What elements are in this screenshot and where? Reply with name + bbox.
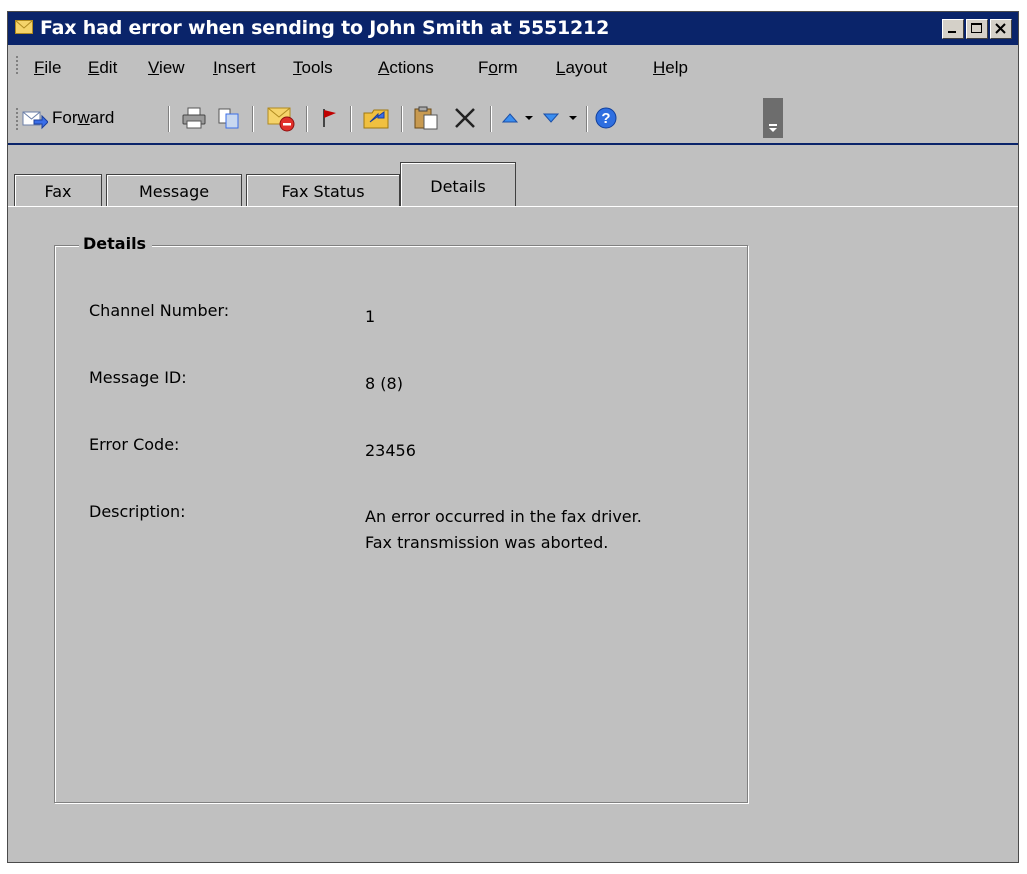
description-label: Description:	[89, 502, 186, 521]
fax-window: Fax had error when sending to John Smith…	[7, 11, 1019, 863]
menubar-grip[interactable]	[16, 56, 18, 76]
menu-form[interactable]: Form	[478, 58, 518, 78]
toolbar-separator	[401, 106, 403, 132]
description-value-line2: Fax transmission was aborted.	[365, 533, 609, 552]
tab-fax-status[interactable]: Fax Status	[246, 174, 400, 206]
description-value-line1: An error occurred in the fax driver.	[365, 507, 642, 526]
reject-button[interactable]	[263, 102, 299, 134]
previous-item-button[interactable]	[499, 102, 521, 134]
paste-icon	[414, 106, 438, 130]
move-to-folder-icon	[363, 109, 389, 129]
close-icon	[995, 23, 1006, 34]
chevron-down-icon	[525, 116, 533, 120]
forward-icon	[22, 111, 48, 130]
delete-button[interactable]	[448, 102, 482, 134]
standard-toolbar: Forward ?	[8, 92, 1018, 144]
error-code-value: 23456	[365, 441, 416, 460]
help-button[interactable]: ?	[591, 102, 621, 134]
toolbar-divider	[8, 143, 1018, 145]
minimize-button[interactable]	[942, 19, 964, 39]
minimize-icon	[948, 31, 956, 33]
toolbar-separator	[586, 106, 588, 132]
maximize-button[interactable]	[966, 19, 988, 39]
print-icon	[182, 107, 206, 129]
follow-up-flag-button[interactable]	[315, 102, 343, 134]
delete-icon	[455, 108, 475, 128]
move-to-folder-button[interactable]	[359, 102, 395, 134]
forward-label: Forward	[52, 108, 115, 127]
menu-help[interactable]: Help	[653, 58, 688, 78]
toolbar-separator	[306, 106, 308, 132]
toolbar-grip[interactable]	[16, 108, 18, 130]
menu-bar: File Edit View Insert Tools Actions Form…	[8, 47, 1018, 93]
reject-icon	[267, 107, 295, 132]
menu-file[interactable]: File	[34, 58, 61, 78]
message-id-label: Message ID:	[89, 368, 187, 387]
menu-edit[interactable]: Edit	[88, 58, 117, 78]
copy-button[interactable]	[214, 102, 244, 134]
tab-details[interactable]: Details	[400, 162, 516, 206]
menu-insert[interactable]: Insert	[213, 58, 256, 78]
message-id-value: 8 (8)	[365, 374, 403, 393]
toolbar-options-button[interactable]	[763, 98, 783, 138]
toolbar-separator	[252, 106, 254, 132]
menu-actions[interactable]: Actions	[378, 58, 434, 78]
maximize-icon	[971, 23, 982, 33]
next-item-dropdown[interactable]	[566, 102, 580, 134]
window-title: Fax had error when sending to John Smith…	[40, 17, 610, 39]
next-item-button[interactable]	[539, 102, 563, 134]
toolbar-separator	[490, 106, 492, 132]
previous-item-icon	[501, 113, 519, 123]
toolbar-separator	[168, 106, 170, 132]
menu-layout[interactable]: Layout	[556, 58, 607, 78]
error-code-label: Error Code:	[89, 435, 180, 454]
menu-view[interactable]: View	[148, 58, 185, 78]
details-groupbox: Details Channel Number: 1 Message ID: 8 …	[54, 234, 748, 803]
help-icon: ?	[595, 107, 617, 129]
forward-button[interactable]: Forward	[22, 102, 114, 134]
print-button[interactable]	[179, 102, 209, 134]
paste-button[interactable]	[409, 102, 443, 134]
channel-number-value: 1	[365, 307, 376, 326]
caption-buttons	[942, 19, 1012, 39]
menu-tools[interactable]: Tools	[293, 58, 333, 78]
copy-icon	[218, 108, 239, 129]
next-item-icon	[542, 113, 560, 123]
channel-number-label: Channel Number:	[89, 301, 230, 320]
toolbar-separator	[350, 106, 352, 132]
flag-icon	[323, 109, 336, 127]
svg-text:?: ?	[601, 110, 610, 127]
previous-item-dropdown[interactable]	[522, 102, 536, 134]
title-bar[interactable]: Fax had error when sending to John Smith…	[8, 12, 1018, 45]
details-group-title: Details	[79, 234, 153, 253]
toolbar-options-icon	[769, 124, 777, 132]
chevron-down-icon	[569, 116, 577, 120]
tab-message[interactable]: Message	[106, 174, 242, 206]
envelope-icon	[15, 20, 33, 34]
tab-strip: Fax Message Fax Status Details	[8, 158, 1018, 208]
details-panel: Details Channel Number: 1 Message ID: 8 …	[8, 207, 1018, 862]
close-button[interactable]	[990, 19, 1012, 39]
tab-fax[interactable]: Fax	[14, 174, 102, 206]
